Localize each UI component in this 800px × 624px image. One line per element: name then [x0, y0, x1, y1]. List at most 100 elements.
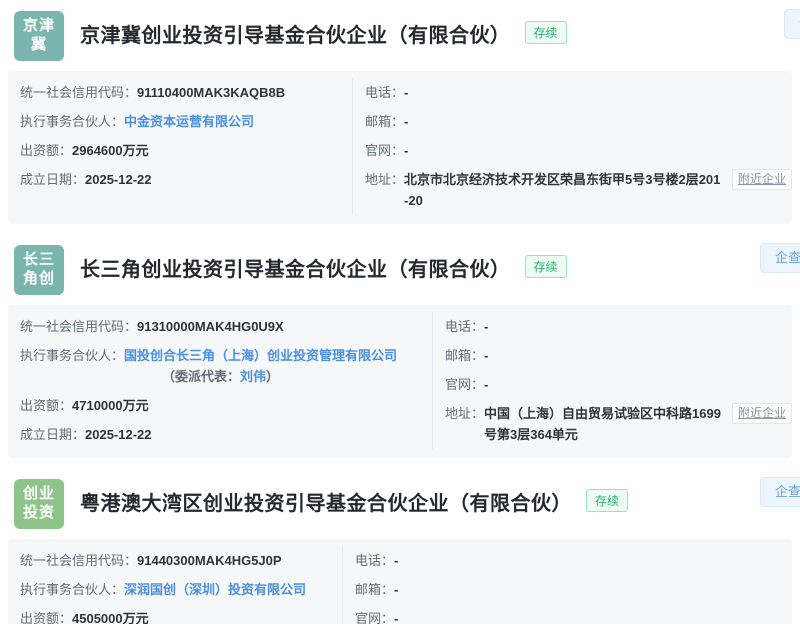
capital-label: 出资额： [20, 608, 72, 624]
phone-value: - [394, 550, 398, 571]
established-label: 成立日期： [20, 169, 85, 190]
company-avatar: 创业 投资 [14, 479, 64, 529]
avatar-text-line2: 角创 [23, 270, 55, 289]
address-row: 地址： 中国（上海）自由贸易试验区中科路1699号第3层364单元 附近企业 [445, 399, 792, 449]
detail-left-column: 统一社会信用代码： 91110400MAK3KAQB8B 执行事务合伙人： 中金… [8, 78, 352, 215]
rep-link[interactable]: 刘伟 [240, 369, 266, 384]
website-value: - [484, 374, 488, 395]
company-header: 京津 冀 京津冀创业投资引导基金合伙企业（有限合伙） 存续 企查 [0, 0, 800, 71]
company-header: 长三 角创 长三角创业投资引导基金合伙企业（有限合伙） 存续 企查 [0, 234, 800, 305]
established-row: 成立日期： 2025-12-22 [20, 165, 352, 194]
website-label: 官网： [365, 140, 404, 161]
credit-code-row: 统一社会信用代码： 91110400MAK3KAQB8B [20, 78, 352, 107]
capital-label: 出资额： [20, 140, 72, 161]
website-value: - [394, 608, 398, 624]
capital-row: 出资额： 4505000万元 [20, 604, 342, 624]
qicha-button[interactable]: 企查 [760, 477, 800, 507]
partner-row: 执行事务合伙人： 深润国创（深圳）投资有限公司 [20, 575, 342, 604]
rep-suffix: ） [266, 369, 279, 384]
company-detail: 统一社会信用代码： 91310000MAK4HG0U9X 执行事务合伙人： 国投… [8, 305, 792, 458]
established-value: 2025-12-22 [85, 424, 152, 445]
detail-right-column: 电话： - 邮箱： - 官网： - 地址： 深圳市前海深港合作区南山街道桂湾五路… [342, 546, 792, 624]
email-row: 邮箱： - [445, 341, 792, 370]
status-badge: 存续 [586, 489, 628, 512]
address-row: 地址： 北京市北京经济技术开发区荣昌东街甲5号3号楼2层201-20 附近企业 [365, 165, 792, 215]
website-label: 官网： [355, 608, 394, 624]
capital-row: 出资额： 4710000万元 [20, 391, 432, 420]
company-name[interactable]: 京津冀创业投资引导基金合伙企业（有限合伙） [80, 19, 511, 48]
company-list-page: 京津 冀 京津冀创业投资引导基金合伙企业（有限合伙） 存续 企查 统一社会信用代… [0, 0, 800, 624]
phone-label: 电话： [365, 82, 404, 103]
capital-value: 4710000万元 [72, 395, 149, 416]
website-value: - [404, 140, 408, 161]
avatar-text-line2: 冀 [31, 36, 47, 55]
avatar-text-line1: 长三 [23, 251, 55, 270]
phone-row: 电话： - [355, 546, 792, 575]
partner-label: 执行事务合伙人： [20, 345, 124, 366]
delegate-representative: （委派代表：刘伟） [162, 366, 397, 387]
capital-label: 出资额： [20, 395, 72, 416]
phone-label: 电话： [445, 316, 484, 337]
detail-left-column: 统一社会信用代码： 91310000MAK4HG0U9X 执行事务合伙人： 国投… [8, 312, 432, 449]
detail-left-column: 统一社会信用代码： 91440300MAK4HG5J0P 执行事务合伙人： 深润… [8, 546, 342, 624]
address-value: 北京市北京经济技术开发区荣昌东街甲5号3号楼2层201-20 [404, 169, 724, 211]
website-row: 官网： - [355, 604, 792, 624]
company-name[interactable]: 长三角创业投资引导基金合伙企业（有限合伙） [80, 253, 511, 282]
established-label: 成立日期： [20, 424, 85, 445]
credit-code-label: 统一社会信用代码： [20, 316, 137, 337]
company-header: 创业 投资 粤港澳大湾区创业投资引导基金合伙企业（有限合伙） 存续 企查 [0, 468, 800, 539]
established-value: 2025-12-22 [85, 169, 152, 190]
company-detail: 统一社会信用代码： 91110400MAK3KAQB8B 执行事务合伙人： 中金… [8, 71, 792, 224]
credit-code-row: 统一社会信用代码： 91310000MAK4HG0U9X [20, 312, 432, 341]
nearby-companies-link[interactable]: 附近企业 [732, 403, 792, 424]
email-label: 邮箱： [355, 579, 394, 600]
website-label: 官网： [445, 374, 484, 395]
qicha-button[interactable]: 企查 [784, 9, 800, 39]
company-name[interactable]: 粤港澳大湾区创业投资引导基金合伙企业（有限合伙） [80, 487, 572, 516]
email-label: 邮箱： [365, 111, 404, 132]
partner-link[interactable]: 国投创合长三角（上海）创业投资管理有限公司 [124, 345, 397, 366]
phone-label: 电话： [355, 550, 394, 571]
email-row: 邮箱： - [355, 575, 792, 604]
credit-code-label: 统一社会信用代码： [20, 550, 137, 571]
email-value: - [394, 579, 398, 600]
partner-link[interactable]: 中金资本运营有限公司 [124, 111, 254, 132]
status-badge: 存续 [525, 255, 567, 278]
qicha-button[interactable]: 企查 [760, 243, 800, 273]
detail-right-column: 电话： - 邮箱： - 官网： - 地址： 中国（上海）自由贸易试验区中科路16… [432, 312, 792, 449]
company-detail: 统一社会信用代码： 91440300MAK4HG5J0P 执行事务合伙人： 深润… [8, 539, 792, 624]
partner-link[interactable]: 深润国创（深圳）投资有限公司 [124, 579, 306, 600]
established-row: 成立日期： 2025-12-22 [20, 420, 432, 449]
partner-row: 执行事务合伙人： 中金资本运营有限公司 [20, 107, 352, 136]
credit-code-value: 91310000MAK4HG0U9X [137, 316, 284, 337]
phone-value: - [484, 316, 488, 337]
capital-row: 出资额： 2964600万元 [20, 136, 352, 165]
website-row: 官网： - [445, 370, 792, 399]
capital-value: 4505000万元 [72, 608, 149, 624]
avatar-text-line2: 投资 [23, 504, 55, 523]
address-label: 地址： [365, 169, 404, 190]
credit-code-value: 91440300MAK4HG5J0P [137, 550, 282, 571]
detail-right-column: 电话： - 邮箱： - 官网： - 地址： 北京市北京经济技术开发区荣昌东街甲5… [352, 78, 792, 215]
avatar-text-line1: 创业 [23, 485, 55, 504]
company-avatar: 京津 冀 [14, 11, 64, 61]
phone-row: 电话： - [365, 78, 792, 107]
credit-code-value: 91110400MAK3KAQB8B [137, 82, 285, 103]
email-value: - [484, 345, 488, 366]
website-row: 官网： - [365, 136, 792, 165]
partner-label: 执行事务合伙人： [20, 111, 124, 132]
company-card-jingjinji: 京津 冀 京津冀创业投资引导基金合伙企业（有限合伙） 存续 企查 统一社会信用代… [0, 0, 800, 224]
company-card-yuegangao: 创业 投资 粤港澳大湾区创业投资引导基金合伙企业（有限合伙） 存续 企查 统一社… [0, 468, 800, 624]
company-card-changsanjiao: 长三 角创 长三角创业投资引导基金合伙企业（有限合伙） 存续 企查 统一社会信用… [0, 234, 800, 458]
rep-prefix: （委派代表： [162, 369, 240, 384]
partner-label: 执行事务合伙人： [20, 579, 124, 600]
nearby-companies-link[interactable]: 附近企业 [732, 169, 792, 190]
address-label: 地址： [445, 403, 484, 424]
partner-row: 执行事务合伙人： 国投创合长三角（上海）创业投资管理有限公司 （委派代表：刘伟） [20, 341, 432, 391]
capital-value: 2964600万元 [72, 140, 149, 161]
phone-row: 电话： - [445, 312, 792, 341]
status-badge: 存续 [525, 21, 567, 44]
address-value: 中国（上海）自由贸易试验区中科路1699号第3层364单元 [484, 403, 724, 445]
credit-code-label: 统一社会信用代码： [20, 82, 137, 103]
phone-value: - [404, 82, 408, 103]
